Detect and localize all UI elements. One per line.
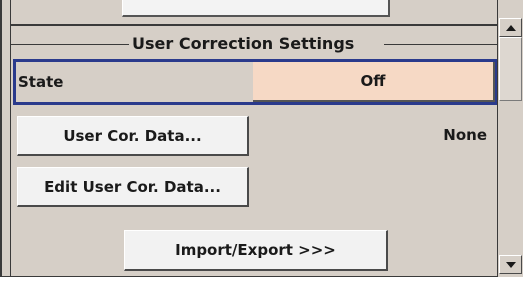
user-correction-panel: User Correction Settings State Off User … (0, 0, 523, 277)
edit-user-cor-data-button[interactable]: Edit User Cor. Data... (17, 167, 249, 207)
user-cor-data-value: None (443, 126, 487, 144)
user-cor-data-button[interactable]: User Cor. Data... (17, 116, 249, 156)
scroll-thumb[interactable] (499, 37, 522, 101)
import-export-button[interactable]: Import/Export >>> (124, 230, 388, 271)
group-frame-line-right (384, 44, 499, 45)
scrollbar-top-gap (499, 0, 522, 6)
triangle-up-icon (505, 24, 516, 31)
state-row[interactable]: State Off (13, 59, 498, 105)
panel-left-border (10, 0, 11, 277)
vertical-scrollbar[interactable] (497, 0, 523, 277)
top-partial-button[interactable] (122, 0, 390, 17)
state-toggle[interactable]: Off (253, 62, 495, 102)
group-title: User Correction Settings (132, 34, 355, 53)
state-label: State (18, 73, 64, 91)
group-frame-line-left (11, 44, 129, 45)
section-divider (11, 24, 499, 26)
triangle-down-icon (505, 261, 516, 268)
scroll-down-button[interactable] (499, 255, 522, 274)
scroll-up-button[interactable] (499, 18, 522, 37)
